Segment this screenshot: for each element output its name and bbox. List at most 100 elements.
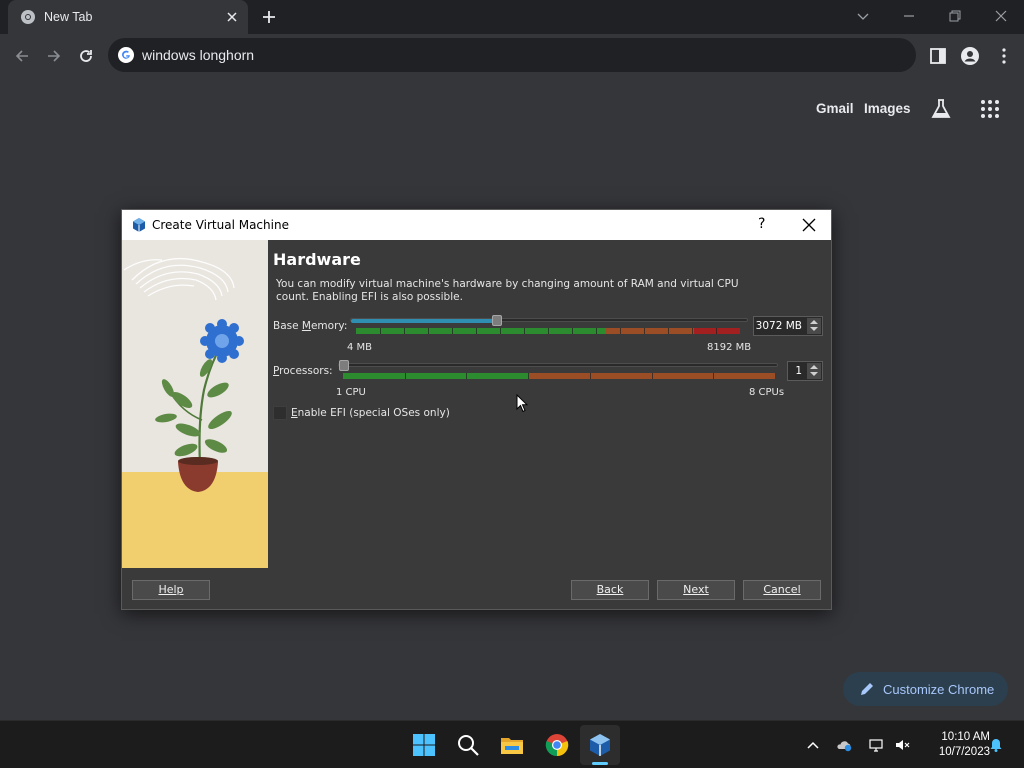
clock-time: 10:10 AM	[941, 731, 990, 743]
forward-arrow-icon[interactable]	[44, 46, 64, 66]
base-memory-spinbox[interactable]: 3072 MB	[753, 316, 823, 336]
spin-down-icon[interactable]	[810, 372, 818, 376]
menu-kebab-icon[interactable]	[994, 46, 1014, 66]
gmail-link[interactable]: Gmail	[816, 101, 854, 116]
chevron-up-icon[interactable]	[805, 737, 821, 753]
processors-min-label: 1 CPU	[336, 387, 366, 398]
slider-tick	[548, 328, 549, 334]
chrome-icon[interactable]	[545, 733, 569, 757]
slider-tick	[528, 373, 530, 379]
onedrive-icon[interactable]	[836, 737, 852, 753]
back-arrow-icon[interactable]	[12, 46, 32, 66]
address-bar[interactable]: windows longhorn	[108, 38, 916, 72]
slider-tick	[596, 328, 597, 334]
active-app-indicator	[592, 762, 608, 765]
reload-icon[interactable]	[76, 46, 96, 66]
close-tab-icon[interactable]	[224, 9, 240, 25]
spin-arrows[interactable]	[807, 363, 821, 379]
base-memory-slider-fill	[351, 319, 498, 323]
enable-efi-checkbox[interactable]	[273, 406, 287, 420]
clock-date: 10/7/2023	[938, 746, 990, 758]
hardware-page: Hardware You can modify virtual machine'…	[268, 240, 831, 568]
network-icon[interactable]	[868, 737, 884, 753]
wizard-plant-illustration	[122, 240, 268, 568]
slider-tick	[428, 328, 429, 334]
slider-tick	[476, 328, 477, 334]
profile-icon[interactable]	[960, 46, 980, 66]
slider-tick	[452, 328, 453, 334]
base-memory-slider-handle[interactable]	[492, 315, 503, 326]
memory-max-label: 8192 MB	[707, 342, 752, 353]
spin-down-icon[interactable]	[810, 327, 818, 331]
tab-search-icon[interactable]	[853, 6, 873, 26]
tab-title: New Tab	[44, 10, 93, 24]
dialog-help-question-button[interactable]: ?	[758, 216, 765, 232]
page-description: You can modify virtual machine's hardwar…	[276, 278, 739, 303]
customize-chrome-label: Customize Chrome	[883, 682, 995, 697]
slider-tick	[572, 328, 573, 334]
slider-tick	[644, 328, 645, 334]
minimize-icon[interactable]	[899, 6, 919, 26]
start-icon[interactable]	[412, 733, 436, 757]
slider-tick	[404, 328, 405, 334]
apps-grid-icon[interactable]	[980, 99, 1000, 119]
processors-slider[interactable]	[338, 363, 778, 367]
page-heading: Hardware	[273, 250, 361, 269]
virtualbox-icon	[133, 218, 145, 232]
base-memory-label: Base Memory:	[273, 320, 348, 332]
labs-flask-icon[interactable]	[930, 98, 952, 120]
base-memory-ticks	[356, 328, 740, 334]
file-explorer-icon[interactable]	[500, 733, 524, 757]
slider-tick	[692, 328, 693, 334]
restore-icon[interactable]	[945, 6, 965, 26]
slider-tick	[404, 373, 406, 379]
processors-ticks	[343, 373, 775, 379]
slider-tick	[716, 328, 717, 334]
processors-value: 1	[795, 365, 802, 377]
slider-tick	[668, 328, 669, 334]
memory-min-label: 4 MB	[347, 342, 373, 353]
slider-tick	[620, 328, 621, 334]
search-icon[interactable]	[456, 733, 480, 757]
spin-arrows[interactable]	[807, 318, 821, 334]
customize-chrome-button[interactable]: Customize Chrome	[843, 672, 1008, 706]
help-button[interactable]: Help	[132, 580, 210, 600]
chrome-icon	[21, 10, 35, 24]
base-memory-value: 3072 MB	[755, 320, 802, 332]
browser-toolbar: windows longhorn	[0, 34, 1024, 78]
taskbar-clock[interactable]: 10:10 AM 10/7/2023	[918, 730, 990, 760]
slider-tick	[500, 328, 501, 334]
cancel-button[interactable]: Cancel	[743, 580, 821, 600]
back-button[interactable]: Back	[571, 580, 649, 600]
spin-up-icon[interactable]	[810, 320, 818, 324]
tab-new-tab[interactable]: New Tab	[8, 0, 248, 34]
new-tab-icon[interactable]	[260, 8, 278, 26]
slider-tick	[466, 373, 468, 379]
taskbar: 10:10 AM 10/7/2023	[0, 720, 1024, 768]
notification-bell-icon[interactable]	[988, 737, 1004, 753]
pencil-icon	[861, 683, 873, 695]
slider-tick	[651, 373, 653, 379]
dialog-titlebar[interactable]: Create Virtual Machine ?	[122, 210, 831, 240]
processors-max-label: 8 CPUs	[749, 387, 785, 398]
side-panel-icon[interactable]	[928, 46, 948, 66]
mouse-cursor-icon	[516, 394, 528, 413]
google-g-icon	[118, 47, 134, 63]
enable-efi-label[interactable]: Enable EFI (special OSes only)	[291, 407, 450, 419]
dialog-title: Create Virtual Machine	[152, 218, 289, 232]
dialog-button-bar: Help Back Next Cancel	[122, 568, 831, 609]
create-vm-dialog: Create Virtual Machine ? Hardware You ca…	[121, 209, 832, 610]
processors-label: Processors:	[273, 365, 333, 377]
next-button[interactable]: Next	[657, 580, 735, 600]
close-window-icon[interactable]	[991, 6, 1011, 26]
volume-muted-icon[interactable]	[894, 737, 910, 753]
tab-strip: New Tab	[0, 0, 1024, 34]
slider-tick	[524, 328, 525, 334]
processors-spinbox[interactable]: 1	[787, 361, 823, 381]
images-link[interactable]: Images	[864, 101, 911, 116]
slider-tick	[380, 328, 381, 334]
processors-slider-handle[interactable]	[339, 360, 349, 371]
close-icon[interactable]	[802, 218, 816, 232]
spin-up-icon[interactable]	[810, 365, 818, 369]
virtualbox-icon[interactable]	[588, 733, 612, 757]
